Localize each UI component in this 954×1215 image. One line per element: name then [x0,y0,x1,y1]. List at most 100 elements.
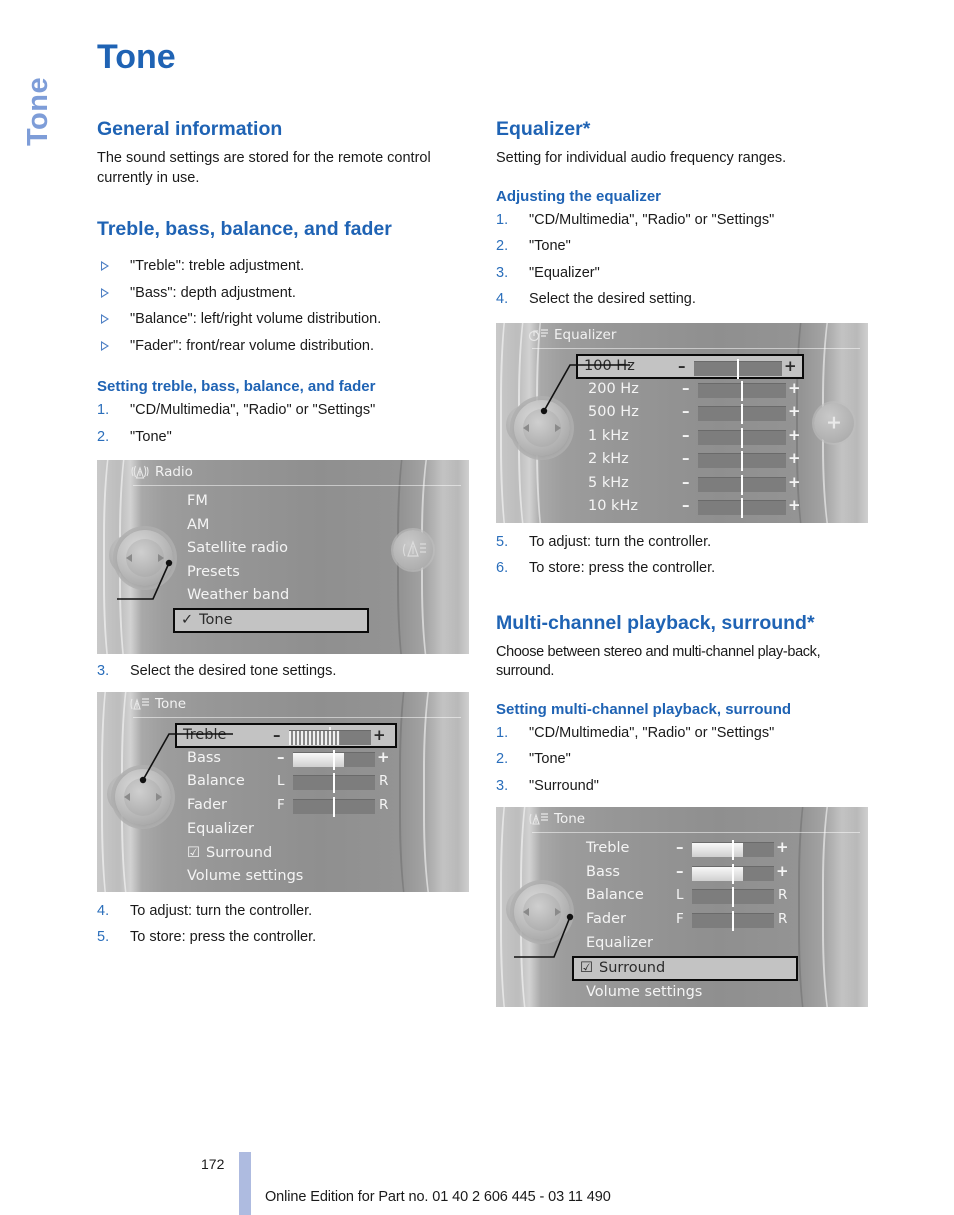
list-item: 6. To store: press the controller. [496,559,879,579]
eq-band-1khz[interactable]: 1 kHz – + [582,426,812,450]
fader-slider[interactable] [692,910,774,931]
menu-item-presets[interactable]: Presets [181,561,399,585]
idrive-controller-knob[interactable] [117,530,173,586]
screenshot-title: Equalizer [554,326,617,343]
eq-band-slider[interactable] [698,498,786,518]
treble-slider[interactable] [289,726,371,745]
tone-row-fader[interactable]: Fader F R [580,909,812,933]
list-item: "Treble": treble adjustment. [97,257,480,277]
tone-row-balance[interactable]: Balance L R [580,885,812,909]
menu-item-fm[interactable]: FM [181,490,399,514]
menu-item-satellite-radio[interactable]: Satellite radio [181,537,399,561]
eq-band-slider[interactable] [698,451,786,471]
eq-band-100hz[interactable]: 100 Hz – + [576,353,804,379]
eq-band-slider[interactable] [698,474,786,495]
tone-row-label: Bass [586,863,620,880]
eq-band-slider[interactable] [698,380,786,401]
eq-band-2khz[interactable]: 2 kHz – + [582,449,812,473]
tone-row-balance[interactable]: Balance L R [181,771,413,795]
minus-icon[interactable]: – [682,379,690,397]
bass-slider[interactable] [692,863,774,884]
minus-icon[interactable]: – [678,357,686,375]
minus-icon[interactable]: – [676,862,684,880]
checkbox-checked-icon[interactable]: ☑ [580,960,593,976]
tone-speaker-icon[interactable] [393,530,433,570]
slider-center-tick [741,380,743,401]
idrive-controller-knob[interactable] [514,884,570,940]
tone-row-equalizer[interactable]: Equalizer [181,818,413,842]
heading-multi-channel-playback-surround: Multi-channel playback, surround* [496,611,815,634]
screenshot-title: Tone [554,811,586,827]
plus-icon[interactable]: + [373,726,386,744]
fader-slider[interactable] [293,796,375,817]
plus-icon[interactable]: + [377,748,390,766]
list-item: 4. To adjust: turn the controller. [97,902,480,922]
tone-row-surround[interactable]: ☑ Surround [181,842,413,866]
tone-row-surround[interactable]: ☑ Surround [572,955,798,981]
screenshot-title: Tone [155,695,187,712]
plus-icon[interactable]: + [788,473,801,491]
minus-icon[interactable]: – [682,402,690,420]
minus-icon[interactable]: – [682,473,690,491]
step-select-tone-settings: 3. Select the desired tone settings. [97,662,480,682]
menu-item-label: FM [187,493,208,509]
menu-item-am[interactable]: AM [181,514,399,538]
tone-row-equalizer[interactable]: Equalizer [580,932,812,956]
right-arrow-icon [555,423,561,432]
eq-band-slider[interactable] [698,404,786,424]
eq-band-200hz[interactable]: 200 Hz – + [582,379,812,403]
checkbox-checked-icon[interactable]: ☑ [187,845,200,861]
tone-row-bass[interactable]: Bass – + [580,862,812,886]
plus-circle-icon[interactable]: + [814,402,854,443]
balance-slider[interactable] [692,887,774,907]
minus-icon[interactable]: – [676,838,684,856]
tone-row-volume-settings[interactable]: Volume settings [181,865,413,889]
plus-icon[interactable]: + [788,449,801,467]
slider-center-tick [333,773,335,793]
list-item-label: "Balance": left/right volume distributio… [130,311,382,327]
list-item: 3. Select the desired tone settings. [97,662,480,682]
eq-band-10khz[interactable]: 10 kHz – + [582,496,812,520]
fader-rear-marker: R [778,910,788,927]
step-number: 6. [496,560,509,576]
minus-icon[interactable]: – [273,726,281,744]
radio-waves-icon [131,465,149,479]
bass-slider[interactable] [293,749,375,770]
plus-icon[interactable]: + [788,402,801,420]
list-item: 4. Select the desired setting. [496,290,879,310]
tone-row-bass[interactable]: Bass – + [181,748,413,772]
idrive-controller-knob[interactable] [115,768,171,825]
balance-slider[interactable] [293,773,375,793]
eq-band-500hz[interactable]: 500 Hz – + [582,402,812,426]
menu-item-label: AM [187,516,210,533]
checkmark-icon: ✓ [181,611,194,628]
left-arrow-icon [126,554,132,562]
plus-icon[interactable]: + [788,379,801,397]
slider-center-tick [741,498,743,518]
plus-icon[interactable]: + [784,357,797,375]
treble-slider[interactable] [692,840,774,860]
tone-row-fader[interactable]: Fader F R [181,795,413,819]
menu-item-tone[interactable]: ✓ Tone [173,607,369,633]
step-text: "Surround" [529,777,599,794]
eq-band-slider[interactable] [694,358,782,379]
plus-icon[interactable]: + [776,862,789,880]
plus-icon[interactable]: + [788,426,801,444]
slider-center-tick [732,863,734,884]
minus-icon[interactable]: – [682,449,690,467]
minus-icon[interactable]: – [682,496,690,514]
plus-icon[interactable]: + [776,838,789,856]
tone-row-volume-settings[interactable]: Volume settings [580,981,812,1005]
minus-icon[interactable]: – [277,748,285,766]
tone-row-treble[interactable]: Treble – + [580,838,812,862]
plus-icon[interactable]: + [788,496,801,514]
minus-icon[interactable]: – [682,426,690,444]
idrive-controller-knob[interactable] [514,399,570,456]
right-arrow-icon [156,792,162,801]
eq-band-slider[interactable] [698,427,786,448]
left-arrow-icon [124,792,130,801]
menu-item-weather-band[interactable]: Weather band [181,584,399,608]
eq-band-5khz[interactable]: 5 kHz – + [582,473,812,497]
step-text: To adjust: turn the controller. [130,902,313,919]
tone-row-treble[interactable]: Treble – + [175,722,397,748]
